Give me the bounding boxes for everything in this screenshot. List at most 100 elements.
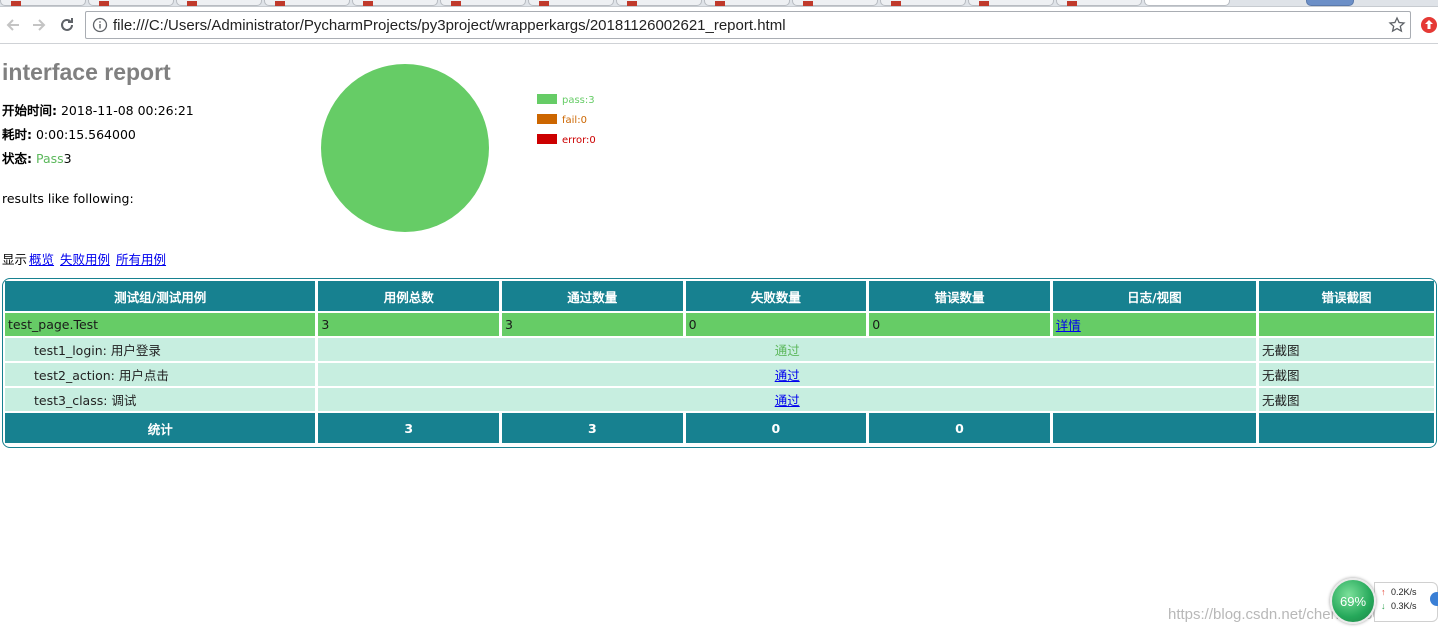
browser-tab[interactable] [1306,0,1354,6]
browser-tab[interactable] [616,0,702,6]
tab-favicon-icon [187,1,197,6]
pie-slice-pass [321,64,489,232]
filter-summary-link[interactable]: 概览 [29,252,54,267]
widget-side-button[interactable] [1430,592,1438,606]
case-status-link[interactable]: 通过 [775,368,800,383]
total-error: 0 [869,413,1050,443]
case-row: test3_class: 调试 通过 无截图 [5,388,1434,411]
header-total: 用例总数 [318,281,500,311]
attribute-value: 0:00:15.564000 [35,127,136,142]
case-status-cell: 通过 [318,338,1256,361]
tab-favicon-icon [363,1,373,6]
legend-label-pass: pass:3 [562,95,595,106]
result-pie-chart [321,64,489,232]
suite-detail-link[interactable]: 详情 [1056,318,1081,333]
browser-tab[interactable] [1056,0,1142,6]
legend-swatch-fail [537,114,557,124]
browser-tab[interactable] [792,0,878,6]
reload-icon [61,18,73,31]
header-screenshot: 错误截图 [1258,281,1434,311]
address-bar[interactable]: file:///C:/Users/Administrator/PycharmPr… [85,11,1411,39]
tab-favicon-icon [11,1,21,6]
suite-row: test_page.Test 3 3 0 0 详情 [5,313,1434,336]
upload-speed: 0.2K/s [1391,587,1417,597]
total-pass: 3 [502,413,683,443]
filter-failed-link[interactable]: 失败用例 [60,252,110,267]
case-name: test1_login: 用户登录 [5,338,316,361]
attribute-start-time: 开始时间: 2018-11-08 00:26:21 [2,100,194,119]
upload-speed-row: ↑ 0.2K/s [1381,587,1417,597]
browser-tab[interactable] [704,0,790,6]
suite-fail: 0 [685,313,867,336]
download-arrow-icon: ↓ [1381,601,1386,611]
result-table-container: 测试组/测试用例 用例总数 通过数量 失败数量 错误数量 日志/视图 错误截图 … [2,278,1437,448]
download-speed: 0.3K/s [1391,601,1417,611]
case-row: test1_login: 用户登录 通过 无截图 [5,338,1434,361]
legend-label-error: error:0 [562,135,596,146]
browser-tab[interactable] [528,0,614,6]
filter-all-link[interactable]: 所有用例 [116,252,166,267]
case-screenshot: 无截图 [1258,388,1434,411]
speed-panel: ↑ 0.2K/s ↓ 0.3K/s [1374,582,1438,622]
case-status-cell: 通过 [318,363,1256,386]
header-fail: 失败数量 [685,281,867,311]
total-empty [1052,413,1256,443]
case-screenshot: 无截图 [1258,338,1434,361]
case-status-link[interactable]: 通过 [775,393,800,408]
upload-arrow-icon: ↑ [1381,587,1386,597]
browser-tab[interactable] [968,0,1054,6]
network-speed-widget[interactable]: ↑ 0.2K/s ↓ 0.3K/s 69% [1330,578,1438,630]
browser-tab[interactable] [176,0,262,6]
browser-tab[interactable] [88,0,174,6]
legend-label-fail: fail:0 [562,115,587,126]
attribute-key: 开始时间: [2,103,57,118]
attribute-duration: 耗时: 0:00:15.564000 [2,124,136,143]
suite-name: test_page.Test [5,313,316,336]
status-pass-label: Pass [35,151,64,166]
tab-favicon-icon [979,1,989,6]
browser-tab[interactable] [440,0,526,6]
filter-prefix: 显示 [2,252,28,267]
browser-tab[interactable] [880,0,966,6]
browser-tab[interactable] [352,0,438,6]
status-pass-count: 3 [63,151,72,166]
total-row: 统计 3 3 0 0 [5,413,1434,443]
tab-favicon-icon [451,1,461,6]
info-icon[interactable] [92,17,108,33]
extension-icon[interactable] [1420,16,1438,34]
forward-arrow-icon [33,19,46,31]
tab-favicon-icon [1067,1,1077,6]
browser-tab[interactable] [0,0,86,6]
attribute-key: 耗时: [2,127,32,142]
header-log: 日志/视图 [1052,281,1256,311]
forward-button[interactable] [28,14,50,36]
case-row: test2_action: 用户点击 通过 无截图 [5,363,1434,386]
total-count: 3 [318,413,500,443]
download-speed-row: ↓ 0.3K/s [1381,601,1417,611]
suite-detail-cell: 详情 [1052,313,1256,336]
back-button[interactable] [2,14,24,36]
address-url[interactable]: file:///C:/Users/Administrator/PycharmPr… [113,17,786,34]
case-status-cell: 通过 [318,388,1256,411]
back-arrow-icon [6,19,19,31]
tab-favicon-icon [803,1,813,6]
suite-screenshot [1258,313,1434,336]
reload-button[interactable] [56,14,78,36]
header-suite-case: 测试组/测试用例 [5,281,316,311]
memory-gauge[interactable]: 69% [1330,578,1376,624]
attribute-value: 2018-11-08 00:26:21 [60,103,194,118]
tab-strip [0,0,1438,7]
table-header-row: 测试组/测试用例 用例总数 通过数量 失败数量 错误数量 日志/视图 错误截图 [5,281,1434,311]
browser-tab-active[interactable] [1144,0,1230,6]
tab-favicon-icon [627,1,637,6]
total-empty [1258,413,1434,443]
tab-favicon-icon [99,1,109,6]
header-pass: 通过数量 [502,281,683,311]
suite-pass: 3 [502,313,683,336]
bookmark-star-icon[interactable] [1388,16,1406,34]
browser-tab[interactable] [264,0,350,6]
case-status: 通过 [774,343,800,358]
total-fail: 0 [685,413,867,443]
suite-error: 0 [869,313,1050,336]
tab-favicon-icon [539,1,549,6]
